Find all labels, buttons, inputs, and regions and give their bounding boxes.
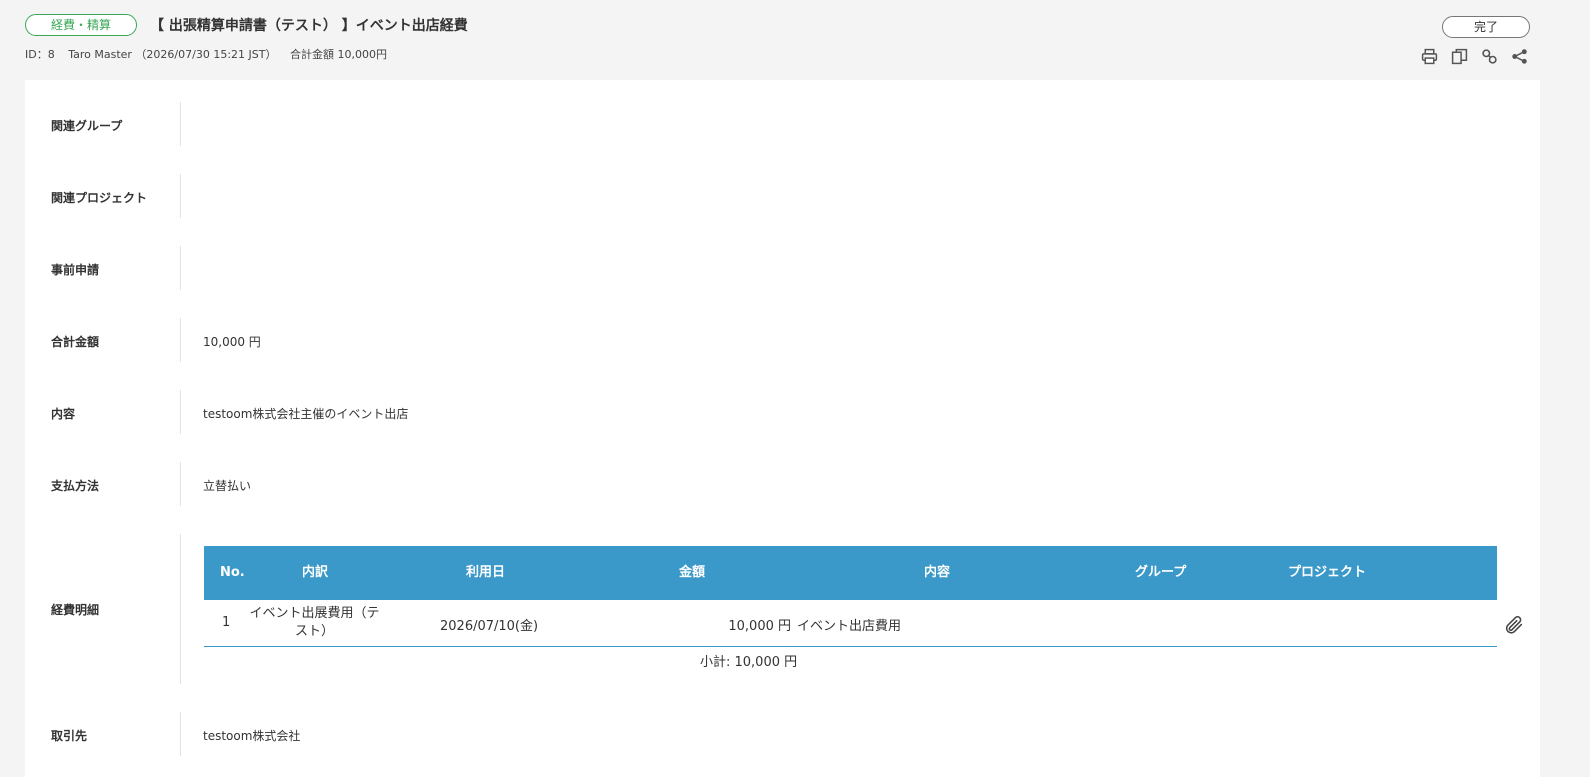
link-icon[interactable] xyxy=(1480,47,1499,66)
cell-amount: 10,000 円 xyxy=(728,619,791,634)
column-header-content: 内容 xyxy=(924,565,951,580)
field-row-content: 内容 testoom株式会社主催のイベント出店 xyxy=(25,390,1540,434)
column-header-item: 内訳 xyxy=(302,565,329,580)
field-label: 関連プロジェクト xyxy=(51,191,148,205)
cell-content: イベント出店費用 xyxy=(797,619,902,634)
field-label: 支払方法 xyxy=(51,479,100,493)
cell-item: イベント出展費用（テ スト） xyxy=(242,605,387,641)
author-timestamp: Taro Master （2026/07/30 15:21 JST） xyxy=(68,48,277,61)
meta-line: ID：8 Taro Master （2026/07/30 15:21 JST） … xyxy=(25,46,397,62)
category-badge: 経費・精算 xyxy=(25,14,137,36)
field-value: testoom株式会社主催のイベント出店 xyxy=(203,407,409,421)
field-value: testoom株式会社 xyxy=(203,729,301,743)
page-title: 【 出張精算申請書（テスト） 】イベント出店経費 xyxy=(150,18,468,34)
table-header: No. 内訳 利用日 金額 内容 グループ プロジェクト xyxy=(204,546,1497,600)
field-divider xyxy=(180,174,181,218)
table-row[interactable]: 1 イベント出展費用（テ スト） 2026/07/10(金) 10,000 円 … xyxy=(204,600,1497,647)
field-label: 経費明細 xyxy=(51,603,100,617)
field-divider xyxy=(180,462,181,506)
copy-icon[interactable] xyxy=(1450,47,1469,66)
field-divider xyxy=(180,712,181,756)
field-divider xyxy=(180,534,181,684)
field-divider xyxy=(180,246,181,290)
field-row-total-amount: 合計金額 10,000 円 xyxy=(25,318,1540,362)
field-label: 合計金額 xyxy=(51,335,100,349)
field-label: 内容 xyxy=(51,407,76,421)
field-row-prior-application: 事前申請 xyxy=(25,246,1540,290)
column-header-group: グループ xyxy=(1135,565,1187,580)
subtotal: 小計: 10,000 円 xyxy=(700,655,798,670)
toolbar xyxy=(1420,47,1529,66)
column-header-project: プロジェクト xyxy=(1288,565,1367,580)
field-value: 立替払い xyxy=(203,479,252,493)
field-row-vendor: 取引先 testoom株式会社 xyxy=(25,712,1540,756)
field-divider xyxy=(180,390,181,434)
record-id: ID：8 xyxy=(25,48,55,61)
column-header-date: 利用日 xyxy=(466,565,506,580)
detail-panel: 関連グループ 関連プロジェクト 事前申請 合計金額 10,000 円 内容 te… xyxy=(25,80,1540,777)
column-header-amount: 金額 xyxy=(679,565,706,580)
share-icon[interactable] xyxy=(1510,47,1529,66)
meta-total: 合計金額 10,000円 xyxy=(289,48,387,61)
status-button[interactable]: 完了 xyxy=(1442,16,1530,38)
field-row-related-group: 関連グループ xyxy=(25,102,1540,146)
field-value: 10,000 円 xyxy=(203,335,261,349)
cell-item-line-1: イベント出展費用（テ xyxy=(249,606,380,621)
field-label: 事前申請 xyxy=(51,263,100,277)
field-row-related-project: 関連プロジェクト xyxy=(25,174,1540,218)
page-header: 経費・精算 【 出張精算申請書（テスト） 】イベント出店経費 ID：8 Taro… xyxy=(0,0,1590,80)
field-label: 関連グループ xyxy=(51,119,123,133)
cell-date: 2026/07/10(金) xyxy=(440,619,539,634)
column-header-no: No. xyxy=(220,565,245,580)
cell-no: 1 xyxy=(222,615,231,630)
field-divider xyxy=(180,102,181,146)
field-divider xyxy=(180,318,181,362)
cell-item-line-2: スト） xyxy=(294,624,334,639)
paperclip-icon[interactable] xyxy=(1503,614,1525,636)
field-row-payment-method: 支払方法 立替払い xyxy=(25,462,1540,506)
print-icon[interactable] xyxy=(1420,47,1439,66)
field-label: 取引先 xyxy=(51,729,88,743)
